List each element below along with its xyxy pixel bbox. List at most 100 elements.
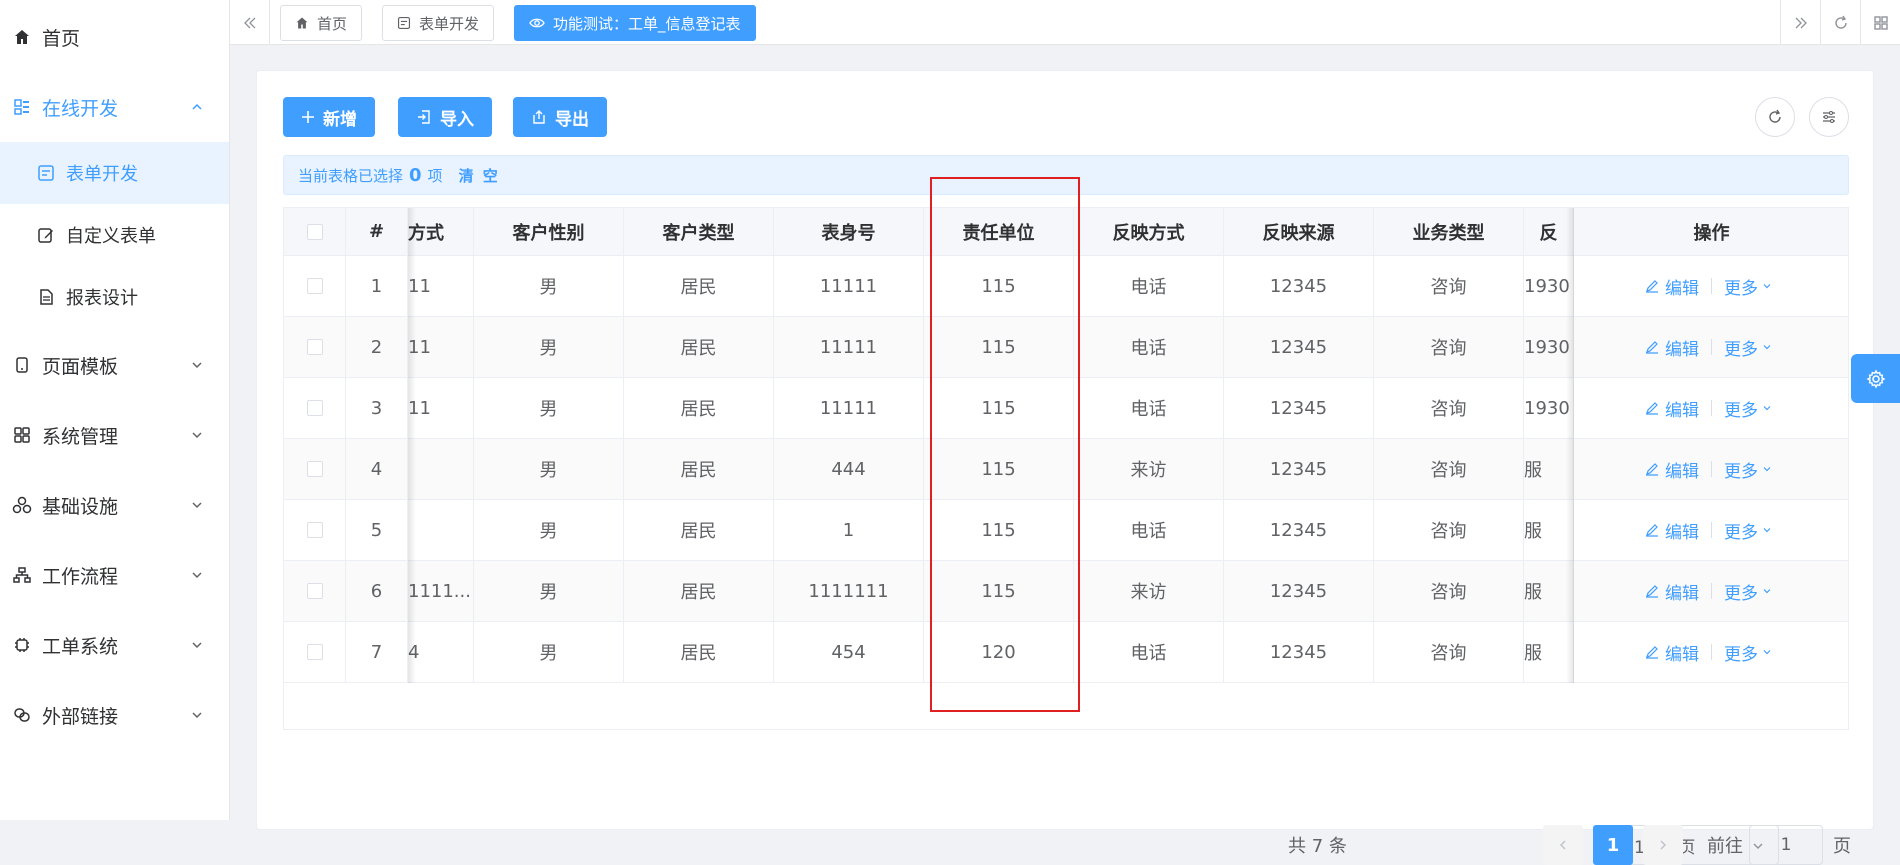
goto-label: 前往 [1707,836,1743,857]
sidebar-item-home[interactable]: 首页 [0,6,229,68]
action-divider [1711,522,1712,538]
row-actions: 编辑 更多 [1574,561,1848,622]
edit-link[interactable]: 编辑 [1645,579,1699,604]
refresh-table-button[interactable] [1755,97,1795,137]
tabs-scroll-left-button[interactable] [230,0,270,45]
chevron-down-icon [1763,528,1771,533]
table-cell: 2 [346,317,408,378]
sidebar-item-label: 外部链接 [42,705,119,728]
more-dropdown[interactable]: 更多 [1724,335,1778,360]
fixed-column-shadow [408,208,416,683]
prev-page-button[interactable] [1543,825,1583,865]
sidebar-item-label: 页面模板 [42,355,119,378]
sidebar-item-custom-form[interactable]: 自定义表单 [0,204,229,266]
table-cell: 7 [346,622,408,683]
table-cell: 男 [474,561,624,622]
edit-link[interactable]: 编辑 [1645,640,1699,665]
tab-home[interactable]: 首页 [280,5,363,41]
clear-selection-link[interactable]: 清 空 [459,165,500,186]
settings-float-button[interactable] [1851,354,1900,403]
column-settings-button[interactable] [1809,97,1849,137]
table-cell: 居民 [624,622,774,683]
sidebar-item-form-dev[interactable]: 表单开发 [0,142,229,204]
edit-link[interactable]: 编辑 [1645,274,1699,299]
table-cell: 咨询 [1374,317,1524,378]
row-checkbox[interactable] [306,522,323,538]
row-actions: 编辑 更多 [1574,622,1848,683]
row-checkbox-cell [284,256,346,317]
import-button[interactable]: 导入 [398,97,492,137]
sidebar-item-system-admin[interactable]: 系统管理 [0,404,229,466]
more-dropdown[interactable]: 更多 [1724,518,1778,543]
more-dropdown[interactable]: 更多 [1724,396,1778,421]
more-dropdown[interactable]: 更多 [1724,274,1778,299]
sidebar-item-page-template[interactable]: 页面模板 [0,334,229,396]
add-button[interactable]: 新增 [283,97,375,137]
tabs-scroll-right-button[interactable] [1780,0,1820,45]
sidebar-item-external-links[interactable]: 外部链接 [0,684,229,746]
sidebar-item-infrastructure[interactable]: 基础设施 [0,474,229,536]
edit-link[interactable]: 编辑 [1645,457,1699,482]
action-divider [1711,278,1712,294]
edit-link[interactable]: 编辑 [1645,518,1699,543]
tab-function-test[interactable]: 功能测试：工单_信息登记表 [514,5,756,41]
table-cell: 咨询 [1374,561,1524,622]
row-checkbox[interactable] [306,583,323,599]
sidebar-item-ticket-system[interactable]: 工单系统 [0,614,229,676]
row-checkbox-cell [284,317,346,378]
row-checkbox[interactable] [306,278,323,294]
more-dropdown[interactable]: 更多 [1724,640,1778,665]
sidebar-item-workflow[interactable]: 工作流程 [0,544,229,606]
column-header: 操作 [1574,208,1848,256]
column-header: 业务类型 [1374,208,1524,256]
select-all-checkbox-cell[interactable] [284,208,346,256]
refresh-tab-button[interactable] [1820,0,1860,45]
column-header: 方式 [408,208,474,256]
more-label: 更多 [1724,400,1758,421]
more-dropdown[interactable]: 更多 [1724,457,1778,482]
edit-link[interactable]: 编辑 [1645,396,1699,421]
row-checkbox[interactable] [306,644,323,660]
dev-icon [12,97,32,117]
edit-label: 编辑 [1665,583,1699,604]
table-cell [408,500,474,561]
row-checkbox[interactable] [306,461,323,477]
edit-link[interactable]: 编辑 [1645,335,1699,360]
table-cell: 4 [346,439,408,500]
pencil-icon [1646,463,1658,476]
pagination-total: 共 7 条 [1288,836,1347,857]
edit-label: 编辑 [1665,522,1699,543]
next-page-button[interactable] [1643,825,1683,865]
sidebar-item-label: 基础设施 [42,495,119,518]
tab-form-dev[interactable]: 表单开发 [382,5,495,41]
select-all-checkbox[interactable] [306,223,323,240]
tabs-menu-button[interactable] [1860,0,1900,45]
sidebar-item-report-design[interactable]: 报表设计 [0,266,229,328]
table-cell [408,439,474,500]
page-number-button[interactable]: 1 [1593,825,1633,865]
import-label: 导入 [440,109,474,130]
more-label: 更多 [1724,522,1758,543]
page-unit-label: 页 [1833,836,1851,857]
more-dropdown[interactable]: 更多 [1724,579,1778,604]
table-cell: 1111... [408,561,474,622]
double-chevron-left-icon [243,17,255,28]
sidebar-item-online-dev[interactable]: 在线开发 [0,76,229,138]
export-button[interactable]: 导出 [513,97,607,137]
report-icon [36,287,56,307]
row-actions: 编辑 更多 [1574,500,1848,561]
table-cell: 454 [774,622,924,683]
table-cell: 12345 [1224,378,1374,439]
edit-label: 编辑 [1665,400,1699,421]
row-checkbox[interactable] [306,400,323,416]
table-cell: 1 [774,500,924,561]
goto-page-input[interactable]: 1 [1749,825,1823,865]
selection-prefix: 当前表格已选择 [298,166,404,185]
chevron-down-icon [192,712,202,719]
chevron-up-icon [192,103,202,110]
table-cell: 6 [346,561,408,622]
sidebar-item-label: 系统管理 [42,425,119,448]
row-checkbox[interactable] [306,339,323,355]
sidebar-item-label: 自定义表单 [66,226,156,247]
grid-icon [1873,15,1888,30]
